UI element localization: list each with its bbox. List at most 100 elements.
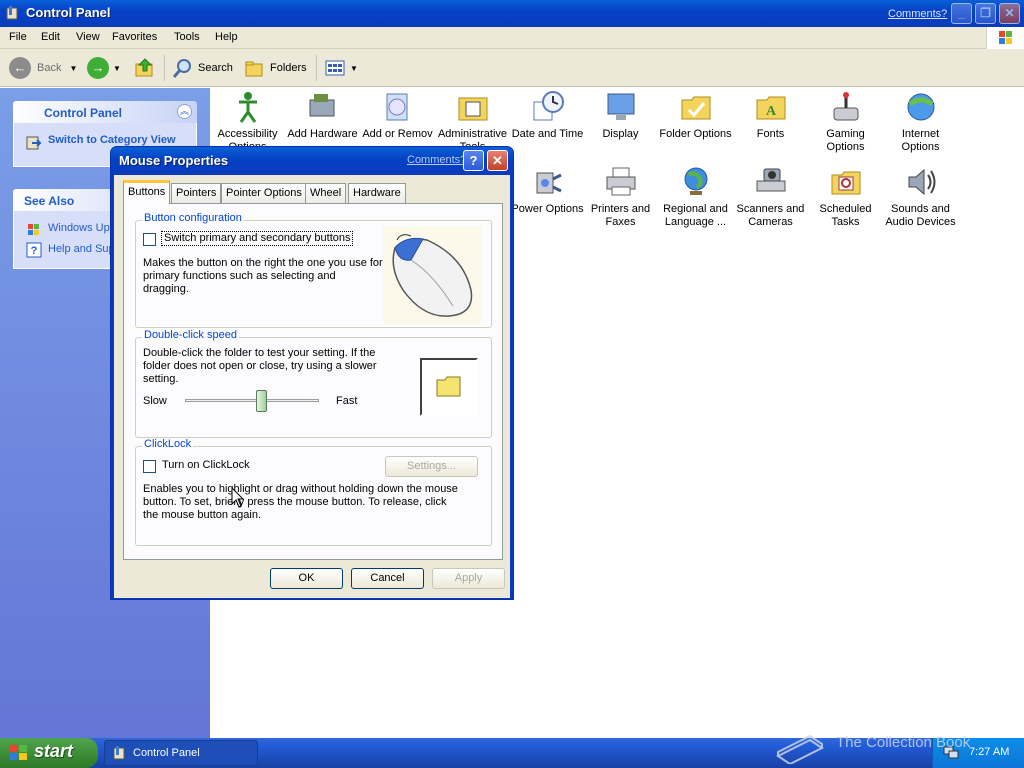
folders-icon bbox=[245, 61, 263, 77]
restore-button[interactable]: ❐ bbox=[975, 3, 996, 24]
back-label: Back bbox=[37, 62, 62, 74]
toolbar-separator bbox=[316, 55, 317, 81]
tab-pointers[interactable]: Pointers bbox=[171, 183, 222, 203]
dialog-comments-link[interactable]: Comments? bbox=[407, 154, 466, 166]
cp-item-label: Add or Remov bbox=[362, 128, 433, 140]
collapse-chevron-icon[interactable]: ︽ bbox=[177, 104, 192, 119]
sounds-icon bbox=[908, 168, 935, 196]
folders-button[interactable]: Folders bbox=[244, 55, 307, 81]
tab-wheel[interactable]: Wheel bbox=[305, 183, 347, 203]
taskbar-task-label: Control Panel bbox=[133, 747, 200, 759]
ok-button[interactable]: OK bbox=[270, 568, 343, 589]
svg-text:A: A bbox=[765, 104, 776, 119]
menu-file[interactable]: File bbox=[9, 31, 27, 43]
dialog-title: Mouse Properties bbox=[119, 153, 229, 168]
up-folder-icon bbox=[135, 58, 153, 77]
views-button[interactable]: ▼ bbox=[324, 55, 358, 81]
close-window-button[interactable]: ✕ bbox=[999, 3, 1020, 24]
cp-item-gaming-options[interactable]: Gaming Options bbox=[808, 90, 883, 154]
printers-icon bbox=[606, 167, 635, 196]
add-hardware-icon bbox=[309, 94, 334, 117]
cp-item-scanners-cameras[interactable]: Scanners and Cameras bbox=[733, 165, 808, 229]
tab-hardware[interactable]: Hardware bbox=[348, 183, 406, 203]
clicklock-label[interactable]: Turn on ClickLock bbox=[162, 459, 250, 472]
cp-item-folder-options[interactable]: Folder Options bbox=[658, 90, 733, 141]
double-click-slider-track[interactable] bbox=[185, 399, 319, 402]
menu-tools[interactable]: Tools bbox=[174, 31, 200, 43]
switch-buttons-label[interactable]: Switch primary and secondary buttons bbox=[161, 231, 354, 246]
switch-view-icon bbox=[26, 136, 42, 150]
mouse-properties-dialog: Mouse Properties Comments? ? ✕ Buttons P… bbox=[110, 146, 514, 600]
mouse-icon bbox=[392, 234, 473, 317]
back-button[interactable]: ← Back ▼ bbox=[9, 55, 77, 81]
windows-update-icon bbox=[28, 224, 39, 235]
cp-item-label: Scheduled Tasks bbox=[819, 203, 872, 228]
buttons-tab-page: Button configuration Switch primary and … bbox=[123, 203, 503, 560]
chevron-down-icon[interactable]: ▼ bbox=[113, 64, 121, 73]
toolbar: ← Back ▼ → ▼ Search Folders ▼ bbox=[0, 49, 1024, 87]
start-label: start bbox=[34, 741, 74, 761]
cp-item-fonts[interactable]: A Fonts bbox=[733, 90, 808, 141]
scanners-icon bbox=[756, 168, 785, 192]
minimize-button[interactable]: _ bbox=[951, 3, 972, 24]
cp-item-printers-faxes[interactable]: Printers and Faxes bbox=[583, 165, 658, 229]
chevron-down-icon[interactable]: ▼ bbox=[69, 64, 77, 73]
windows-logo bbox=[986, 27, 1024, 49]
cp-item-label: Gaming Options bbox=[826, 128, 865, 153]
cp-item-regional-language[interactable]: Regional and Language ... bbox=[658, 165, 733, 229]
test-folder-icon bbox=[436, 376, 461, 397]
cancel-button[interactable]: Cancel bbox=[351, 568, 424, 589]
cp-item-accessibility[interactable]: Accessibility Options bbox=[210, 90, 285, 154]
cp-item-sounds-audio[interactable]: Sounds and Audio Devices bbox=[883, 165, 958, 229]
power-options-icon bbox=[536, 172, 562, 194]
comments-link[interactable]: Comments? bbox=[888, 8, 947, 20]
search-label: Search bbox=[198, 62, 233, 74]
dialog-body: Buttons Pointers Pointer Options Wheel H… bbox=[114, 175, 510, 598]
see-also-item[interactable]: Help and Sup bbox=[48, 243, 115, 255]
apply-button[interactable]: Apply bbox=[432, 568, 505, 589]
dialog-title-bar[interactable]: Mouse Properties Comments? ? ✕ bbox=[111, 147, 513, 175]
group-label: ClickLock bbox=[142, 438, 194, 450]
administrative-tools-icon bbox=[458, 97, 487, 121]
menu-edit[interactable]: Edit bbox=[41, 31, 60, 43]
accessibility-icon bbox=[238, 92, 257, 123]
up-folder-button[interactable] bbox=[134, 55, 156, 81]
cp-item-internet-options[interactable]: Internet Options bbox=[883, 90, 958, 154]
menu-favorites[interactable]: Favorites bbox=[112, 31, 157, 43]
window-title-bar[interactable]: Control Panel Comments? _ ❐ ✕ bbox=[0, 0, 1024, 27]
dialog-close-button[interactable]: ✕ bbox=[487, 150, 508, 171]
cp-item-label: Sounds and Audio Devices bbox=[885, 203, 956, 228]
cp-item-label: Display bbox=[602, 128, 639, 140]
double-click-slider-thumb[interactable] bbox=[256, 390, 268, 412]
tab-pointer-options[interactable]: Pointer Options bbox=[221, 183, 307, 203]
search-button[interactable]: Search bbox=[172, 55, 233, 81]
cp-item-label: Date and Time bbox=[511, 128, 584, 140]
menu-bar: File Edit View Favorites Tools Help bbox=[0, 27, 1024, 49]
help-button[interactable]: ? bbox=[463, 150, 484, 171]
group-label: Button configuration bbox=[142, 212, 244, 224]
internet-options-icon bbox=[907, 93, 934, 121]
cp-item-add-remove[interactable]: Add or Remov bbox=[360, 90, 435, 141]
cp-item-label: Regional and Language ... bbox=[663, 203, 728, 228]
cp-item-power-options[interactable]: Power Options bbox=[510, 165, 585, 216]
switch-buttons-checkbox[interactable] bbox=[143, 233, 156, 246]
tab-buttons[interactable]: Buttons bbox=[123, 180, 171, 204]
control-panel-panel-header[interactable]: Control Panel ︽ bbox=[13, 101, 197, 123]
clicklock-settings-button[interactable]: Settings... bbox=[385, 456, 478, 477]
cp-item-display[interactable]: Display bbox=[583, 90, 658, 141]
menu-help[interactable]: Help bbox=[215, 31, 238, 43]
start-button[interactable]: start bbox=[0, 738, 98, 768]
cp-item-date-time[interactable]: Date and Time bbox=[510, 90, 585, 141]
forward-button[interactable]: → ▼ bbox=[87, 55, 121, 81]
cp-item-label: Fonts bbox=[756, 128, 785, 140]
cp-item-label: Internet Options bbox=[901, 128, 940, 153]
cp-item-add-hardware[interactable]: Add Hardware bbox=[285, 90, 360, 141]
clicklock-checkbox[interactable] bbox=[143, 460, 156, 473]
group-label: Double-click speed bbox=[142, 329, 239, 341]
taskbar-control-panel-button[interactable]: Control Panel bbox=[104, 740, 258, 766]
menu-view[interactable]: View bbox=[76, 31, 100, 43]
cp-item-scheduled-tasks[interactable]: Scheduled Tasks bbox=[808, 165, 883, 229]
see-also-item[interactable]: Windows Upd bbox=[48, 222, 116, 234]
test-folder-area[interactable] bbox=[420, 358, 478, 416]
cp-item-administrative-tools[interactable]: Administrative Tools bbox=[435, 90, 510, 154]
